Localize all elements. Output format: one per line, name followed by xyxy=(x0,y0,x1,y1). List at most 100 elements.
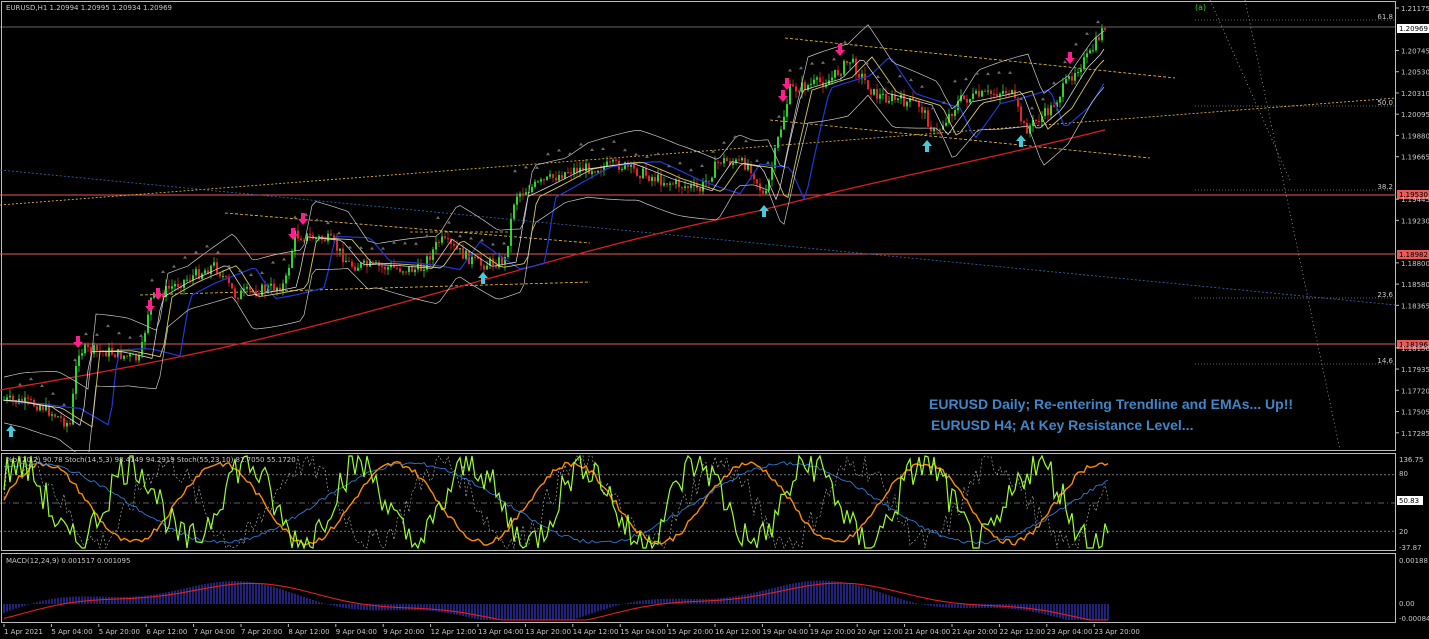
candle-body xyxy=(510,218,512,246)
candle-body xyxy=(144,332,146,343)
candle-body xyxy=(774,147,776,168)
oscillator-pane[interactable]: %b (20,2) 90.78 Stoch(14,5,3) 98.4149 94… xyxy=(0,452,1429,552)
candle-body xyxy=(594,171,596,173)
candle-body xyxy=(558,175,560,181)
candle-body xyxy=(549,174,551,177)
candle-body xyxy=(360,262,362,268)
price-pane[interactable]: 61.8 50.0 38.2 23.6 14.6 EURUSD,H1 1.20994 1… xyxy=(0,0,1429,452)
candle-body xyxy=(1092,50,1094,52)
candle-body xyxy=(963,95,965,99)
candle-body xyxy=(411,266,413,273)
candle-body xyxy=(660,174,662,186)
candle-body xyxy=(591,171,593,174)
macd-chart[interactable]: MACD(12,24,9) 0.001517 0.001095 0.00188 0… xyxy=(0,552,1429,624)
candle-body xyxy=(918,101,920,107)
time-label: 5 Apr 20:00 xyxy=(99,628,140,636)
candle-body xyxy=(396,267,398,269)
candle-body xyxy=(183,279,185,288)
candle-body xyxy=(204,270,206,274)
price-label: 1.18150 xyxy=(1401,345,1429,353)
candle-body xyxy=(990,90,992,94)
candle-body xyxy=(114,354,116,358)
candle-body xyxy=(765,190,767,194)
candle-body xyxy=(444,236,446,239)
candle-body xyxy=(615,159,617,161)
candle-body xyxy=(147,314,149,333)
candle-body xyxy=(564,172,566,179)
candle-body xyxy=(1011,90,1013,94)
candle-body xyxy=(1068,76,1070,79)
candle-body xyxy=(234,288,236,298)
candle-body xyxy=(186,279,188,281)
candle-body xyxy=(357,267,359,271)
candle-body xyxy=(195,269,197,276)
candle-body xyxy=(372,261,374,263)
candle-body xyxy=(54,414,56,417)
candle-body xyxy=(933,128,935,132)
macd-header: MACD(12,24,9) 0.001517 0.001095 xyxy=(6,557,130,565)
candle-body xyxy=(573,167,575,174)
candle-body xyxy=(63,417,65,427)
candle-body xyxy=(237,297,239,300)
candle-body xyxy=(789,84,791,105)
candle-body xyxy=(108,347,110,357)
price-scale: 1.21175 1.20969 1.20745 1.20530 1.20310 1.200… xyxy=(1396,5,1429,438)
candle-body xyxy=(810,83,812,86)
candle-body xyxy=(1002,91,1004,94)
price-label: 1.17720 xyxy=(1401,387,1429,395)
candle-body xyxy=(906,101,908,107)
price-chart[interactable]: 61.8 50.0 38.2 23.6 14.6 EURUSD,H1 1.20994 1… xyxy=(0,0,1429,452)
candle-body xyxy=(885,93,887,103)
candle-body xyxy=(9,395,11,398)
candle-body xyxy=(840,74,842,76)
candle-body xyxy=(966,98,968,103)
fib-label: 23.6 xyxy=(1377,291,1393,299)
price-tag-label: 1.18982 xyxy=(1399,251,1428,259)
candle-body xyxy=(75,365,77,394)
macd-pane[interactable]: MACD(12,24,9) 0.001517 0.001095 0.00188 0… xyxy=(0,552,1429,624)
candle-body xyxy=(585,163,587,172)
candle-body xyxy=(870,89,872,95)
candle-body xyxy=(174,283,176,287)
candle-body xyxy=(702,181,704,192)
candle-body xyxy=(930,126,932,132)
candle-body xyxy=(1035,119,1037,122)
candle-body xyxy=(969,99,971,103)
candle-body xyxy=(69,422,71,425)
candle-body xyxy=(1053,105,1055,107)
candle-body xyxy=(363,260,365,263)
candle-body xyxy=(519,193,521,197)
candle-body xyxy=(429,256,431,260)
candle-body xyxy=(291,251,293,268)
candle-body xyxy=(690,185,692,188)
candle-body xyxy=(471,256,473,265)
candle-body xyxy=(903,94,905,107)
candle-body xyxy=(687,186,689,188)
candle-body xyxy=(285,275,287,284)
candle-body xyxy=(867,80,869,90)
candle-body xyxy=(1077,72,1079,74)
candle-body xyxy=(756,179,758,184)
candle-body xyxy=(273,283,275,291)
candle-body xyxy=(846,60,848,64)
candle-body xyxy=(336,240,338,251)
candle-body xyxy=(645,168,647,176)
candle-body xyxy=(423,269,425,271)
candle-body xyxy=(843,60,845,75)
time-label: 13 Apr 04:00 xyxy=(478,628,524,636)
oscillator-chart[interactable]: %b (20,2) 90.78 Stoch(14,5,3) 98.4149 94… xyxy=(0,452,1429,552)
candle-body xyxy=(57,416,59,418)
candle-body xyxy=(540,179,542,182)
candle-body xyxy=(795,86,797,92)
price-tag-label: 1.20969 xyxy=(1399,25,1428,33)
candle-body xyxy=(738,159,740,161)
candle-body xyxy=(516,196,518,205)
candle-body xyxy=(1065,78,1067,84)
candle-body xyxy=(681,187,683,189)
candle-body xyxy=(1047,108,1049,116)
candle-body xyxy=(219,272,221,277)
candle-body xyxy=(546,176,548,180)
time-label: 7 Apr 20:00 xyxy=(241,628,282,636)
candle-body xyxy=(762,190,764,194)
candle-body xyxy=(657,174,659,182)
